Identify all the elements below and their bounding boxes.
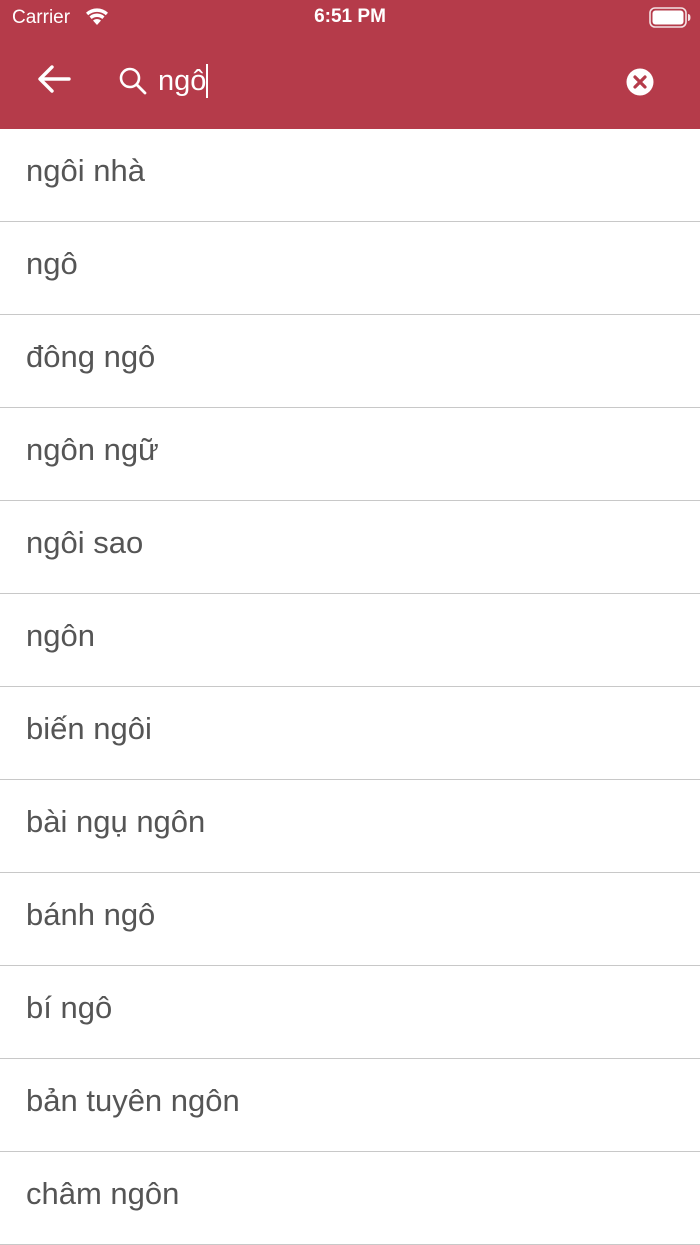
result-item[interactable]: bánh ngô [0, 873, 700, 966]
result-item[interactable]: đông ngô [0, 315, 700, 408]
status-bar: Carrier 6:51 PM [0, 0, 700, 36]
result-item[interactable]: ngôi sao [0, 501, 700, 594]
search-bar [0, 46, 700, 116]
result-label: ngô [26, 246, 78, 281]
result-item[interactable]: bài ngụ ngôn [0, 780, 700, 873]
result-item[interactable]: biến ngôi [0, 687, 700, 780]
clear-search-button[interactable] [624, 66, 656, 98]
app-header: Carrier 6:51 PM [0, 0, 700, 129]
back-button[interactable] [28, 60, 80, 102]
result-item[interactable]: bản tuyên ngôn [0, 1059, 700, 1152]
result-label: ngôi nhà [26, 153, 145, 188]
result-label: bài ngụ ngôn [26, 804, 206, 839]
result-label: ngôi sao [26, 525, 144, 560]
status-time: 6:51 PM [314, 6, 386, 27]
magnifier-icon [118, 66, 148, 96]
battery-icon [649, 7, 691, 28]
result-item[interactable]: ngôn ngữ [0, 408, 700, 501]
result-label: đông ngô [26, 339, 156, 374]
result-label: bánh ngô [26, 897, 156, 932]
result-item[interactable]: châm ngôn [0, 1152, 700, 1245]
result-label: bản tuyên ngôn [26, 1083, 240, 1118]
clear-circle-x-icon [624, 68, 656, 102]
result-label: châm ngôn [26, 1176, 180, 1211]
search-input[interactable] [158, 59, 598, 103]
arrow-left-icon [37, 64, 71, 98]
result-item[interactable]: bí ngô [0, 966, 700, 1059]
result-item[interactable]: ngôi nhà [0, 129, 700, 222]
result-item[interactable]: ngô [0, 222, 700, 315]
result-label: biến ngôi [26, 711, 152, 746]
result-label: bí ngô [26, 990, 113, 1025]
result-label: ngôn ngữ [26, 432, 159, 467]
search-results-list: ngôi nhà ngô đông ngô ngôn ngữ ngôi sao … [0, 129, 700, 1245]
result-item[interactable]: ngôn [0, 594, 700, 687]
result-label: ngôn [26, 618, 95, 653]
text-cursor [206, 64, 208, 98]
